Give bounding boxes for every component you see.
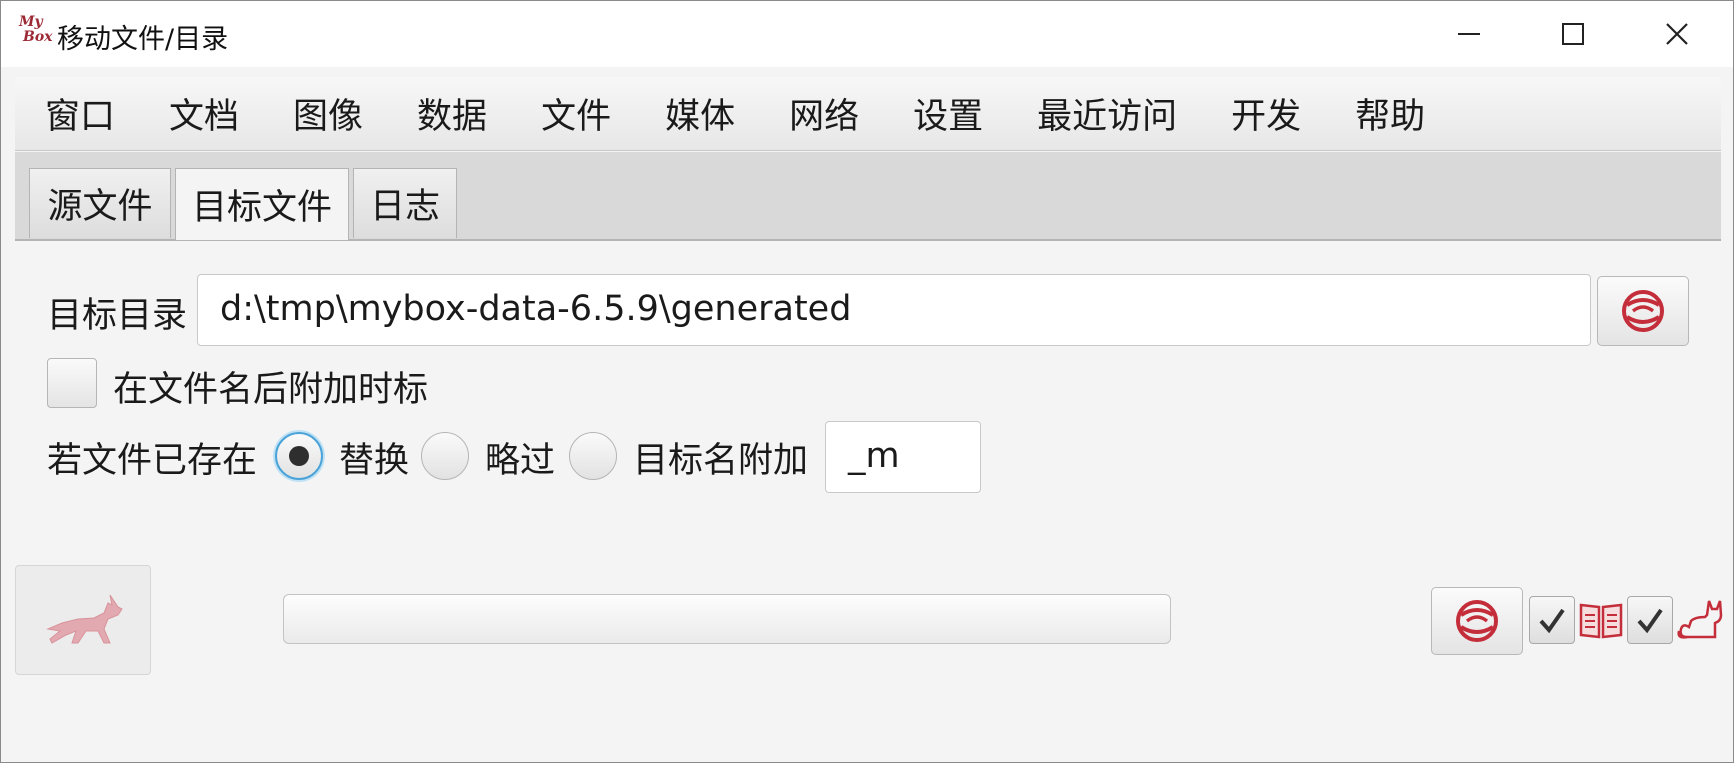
app-window: My Box 移动文件/目录 窗口 文档 图像 数据 文件 媒体 网络 设置 最… bbox=[0, 0, 1734, 763]
menu-development[interactable]: 开发 bbox=[1231, 88, 1301, 139]
menu-data[interactable]: 数据 bbox=[417, 88, 487, 139]
skip-radio[interactable] bbox=[421, 432, 469, 480]
target-dir-label: 目标目录 bbox=[47, 296, 188, 336]
tab-target-files[interactable]: 目标文件 bbox=[175, 168, 349, 240]
book-icon bbox=[1577, 595, 1625, 643]
menu-window[interactable]: 窗口 bbox=[45, 88, 115, 139]
progress-bar bbox=[283, 594, 1171, 644]
minimize-button[interactable] bbox=[1417, 1, 1521, 67]
open-swirl-icon bbox=[1456, 600, 1498, 642]
append-name-label: 目标名附加 bbox=[633, 441, 809, 481]
tab-log[interactable]: 日志 bbox=[353, 168, 457, 238]
menu-media[interactable]: 媒体 bbox=[665, 88, 735, 139]
replace-label: 替换 bbox=[339, 441, 410, 481]
cat-icon bbox=[1675, 595, 1723, 643]
menu-help[interactable]: 帮助 bbox=[1355, 88, 1425, 139]
menu-bar: 窗口 文档 图像 数据 文件 媒体 网络 设置 最近访问 开发 帮助 bbox=[15, 77, 1721, 151]
close-icon bbox=[1666, 23, 1688, 45]
close-button[interactable] bbox=[1625, 1, 1729, 67]
start-button[interactable] bbox=[15, 565, 151, 675]
skip-label: 略过 bbox=[485, 441, 556, 481]
title-bar: My Box 移动文件/目录 bbox=[1, 1, 1733, 67]
window-title: 移动文件/目录 bbox=[57, 24, 229, 55]
name-suffix-input[interactable]: _m bbox=[825, 421, 981, 493]
open-cat-checkbox[interactable] bbox=[1627, 596, 1673, 644]
menu-file[interactable]: 文件 bbox=[541, 88, 611, 139]
checkmark-icon bbox=[1539, 608, 1565, 634]
append-timestamp-checkbox[interactable] bbox=[47, 358, 97, 408]
app-logo-icon: My Box bbox=[19, 14, 53, 45]
if-exists-label: 若文件已存在 bbox=[47, 441, 258, 481]
menu-recent[interactable]: 最近访问 bbox=[1037, 88, 1177, 139]
menu-document[interactable]: 文档 bbox=[169, 88, 239, 139]
maximize-button[interactable] bbox=[1521, 1, 1625, 67]
tab-strip: 源文件 目标文件 日志 bbox=[15, 152, 1721, 241]
menu-network[interactable]: 网络 bbox=[789, 88, 859, 139]
tab-source-files[interactable]: 源文件 bbox=[29, 168, 171, 238]
browse-button[interactable] bbox=[1597, 276, 1689, 346]
menu-settings[interactable]: 设置 bbox=[913, 88, 983, 139]
open-doc-checkbox[interactable] bbox=[1529, 596, 1575, 644]
folder-swirl-icon bbox=[1622, 290, 1664, 332]
replace-radio[interactable] bbox=[275, 432, 323, 480]
checkmark-icon bbox=[1637, 608, 1663, 634]
append-name-radio[interactable] bbox=[569, 432, 617, 480]
open-target-button[interactable] bbox=[1431, 587, 1523, 655]
append-timestamp-label: 在文件名后附加时标 bbox=[113, 370, 429, 410]
target-dir-input[interactable]: d:\tmp\mybox-data-6.5.9\generated bbox=[197, 274, 1591, 346]
antelope-icon bbox=[46, 594, 123, 644]
menu-image[interactable]: 图像 bbox=[293, 88, 363, 139]
